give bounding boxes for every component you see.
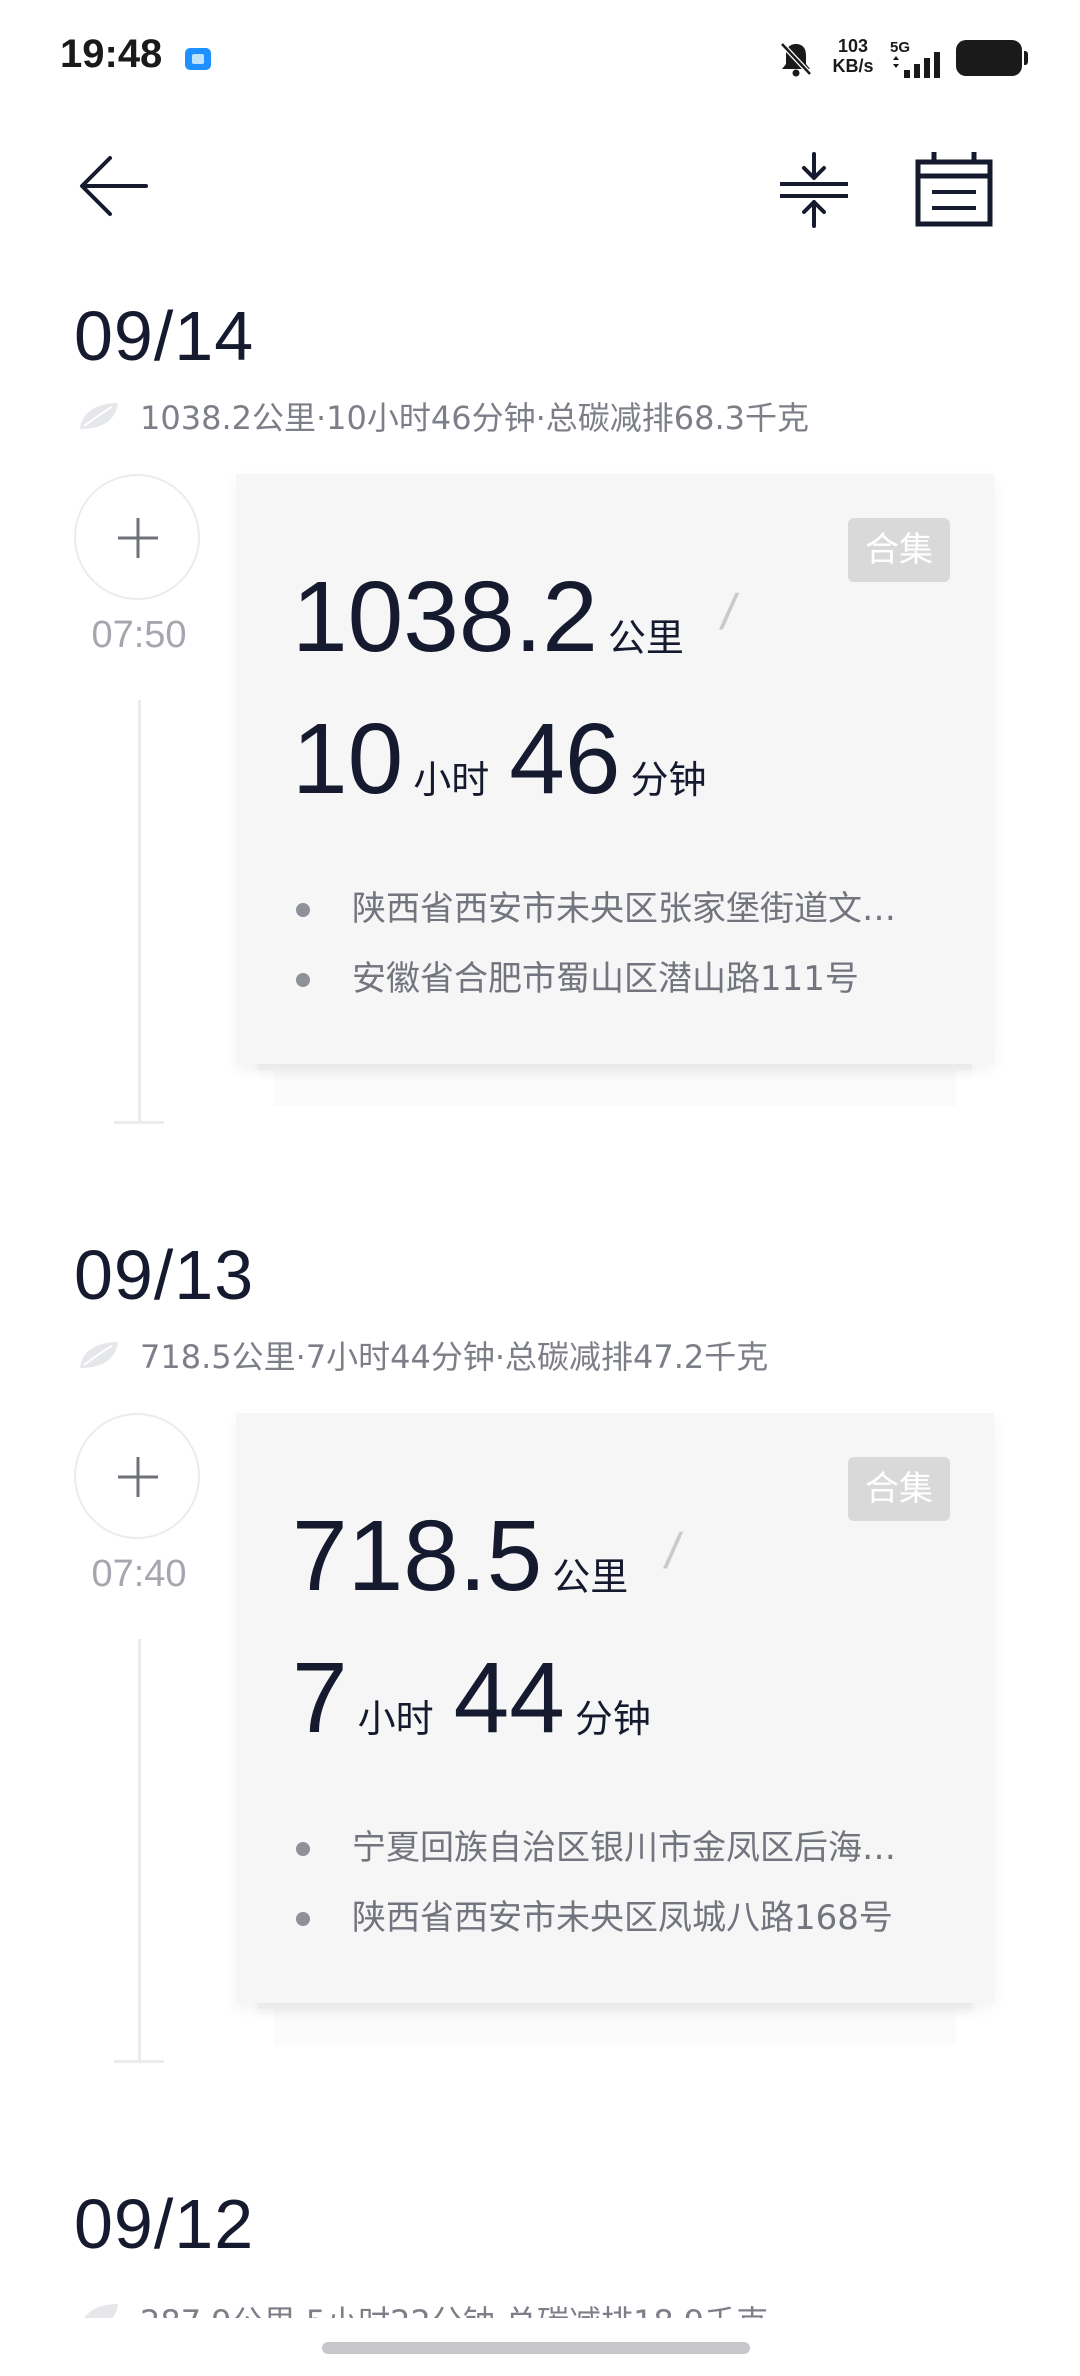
minutes-value: 44 [453,1642,565,1754]
distance-unit: 公里 [552,1555,629,1599]
collapse-vertical-icon[interactable] [776,152,852,228]
timeline-end [114,2060,164,2063]
location-text: 陕西省西安市未央区凤城八路168号 [352,1898,893,1938]
leaf-icon [80,1342,118,1368]
day-date: 09/14 [74,297,255,375]
minutes-value: 46 [509,703,621,815]
hours-value: 10 [292,703,404,815]
minutes-unit: 分钟 [630,758,707,802]
end-location: 安徽省合肥市蜀山区潜山路111号 [292,944,932,1014]
home-indicator[interactable] [322,2342,750,2354]
bullet-dot-icon [296,1912,310,1926]
calendar-icon[interactable] [914,150,994,230]
timeline-line [138,1639,141,2062]
bullet-dot-icon [296,1842,310,1856]
trip-start-time: 07:50 [91,614,187,656]
trip-distance: 718.5 公里 / [292,1500,685,1612]
slash-mark: / [716,584,741,640]
day-summary: 1038.2公里·10小时46分钟·总碳减排68.3千克 [78,396,810,437]
distance-value: 718.5 [292,1500,543,1612]
trip-duration: 10 小时 46 分钟 [292,704,727,814]
app-notification-icon [185,48,211,70]
status-bar: 19:48 103 KB/s 5G [0,0,1080,118]
minutes-unit: 分钟 [574,1697,651,1741]
trip-card[interactable]: 合集 718.5 公里 / 7 小时 44 分钟 宁夏回族自治区银川市金凤区后海… [236,1413,994,2003]
day-summary: 287.9公里·5小时22分钟·总碳减排18.9千克 [78,2288,768,2318]
distance-unit: 公里 [607,616,684,660]
signal-icon: 5G [890,39,940,78]
bell-muted-icon [780,42,812,77]
status-time: 19:48 [60,32,163,76]
trip-distance: 1038.2 公里 / [292,561,741,673]
day-date: 09/13 [74,1236,255,1314]
network-speed-value: 103 [837,36,869,56]
day-summary: 718.5公里·7小时44分钟·总碳减排47.2千克 [78,1335,769,1376]
trip-start-time: 07:40 [91,1553,187,1595]
start-location: 宁夏回族自治区银川市金凤区后海… [292,1813,932,1883]
start-location: 陕西省西安市未央区张家堡街道文… [292,874,932,944]
add-trip-button[interactable] [74,474,200,600]
end-location: 陕西省西安市未央区凤城八路168号 [292,1883,932,1953]
battery-icon [956,40,1028,76]
location-text: 安徽省合肥市蜀山区潜山路111号 [352,959,859,999]
hours-unit: 小时 [413,758,490,802]
arrow-left-icon[interactable] [78,150,150,222]
collection-badge: 合集 [848,518,950,582]
add-trip-button[interactable] [74,1413,200,1539]
location-text: 陕西省西安市未央区张家堡街道文… [352,889,896,929]
collection-badge: 合集 [848,1457,950,1521]
day-summary-text: 1038.2公里·10小时46分钟·总碳减排68.3千克 [140,399,810,437]
hours-unit: 小时 [357,1697,434,1741]
plus-icon [118,518,158,558]
day-summary-text: 287.9公里·5小时22分钟·总碳减排18.9千克 [140,2302,768,2318]
bullet-dot-icon [296,903,310,917]
day-summary-text: 718.5公里·7小时44分钟·总碳减排47.2千克 [140,1338,769,1376]
trip-card[interactable]: 合集 1038.2 公里 / 10 小时 46 分钟 陕西省西安市未央区张家堡街… [236,474,994,1064]
plus-icon [118,1457,158,1497]
leaf-icon [84,2304,118,2318]
trip-duration: 7 小时 44 分钟 [292,1643,671,1753]
location-list: 宁夏回族自治区银川市金凤区后海… 陕西省西安市未央区凤城八路168号 [292,1813,932,1953]
timeline-line [138,700,141,1123]
hours-value: 7 [292,1642,348,1754]
network-speed-unit: KB/s [832,56,874,76]
location-text: 宁夏回族自治区银川市金凤区后海… [352,1828,896,1868]
bullet-dot-icon [296,973,310,987]
slash-mark: / [661,1523,686,1579]
location-list: 陕西省西安市未央区张家堡街道文… 安徽省合肥市蜀山区潜山路111号 [292,874,932,1014]
day-date: 09/12 [74,2185,255,2263]
network-speed: 103 KB/s [828,36,878,76]
distance-value: 1038.2 [292,561,598,673]
leaf-icon [80,403,118,429]
timeline-end [114,1121,164,1124]
network-type-label: 5G [890,39,910,56]
